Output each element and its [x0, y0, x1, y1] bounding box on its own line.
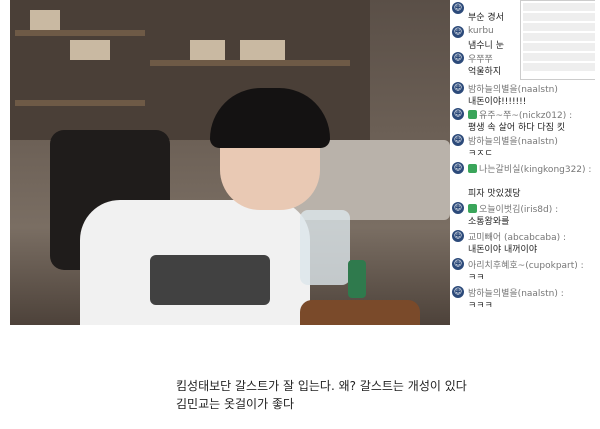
chat-username[interactable]: 아리치후혜호~(cupokpart) :	[468, 258, 584, 271]
user-avatar-icon: ☺	[452, 108, 464, 120]
chat-text: 부순 경서	[468, 13, 504, 23]
chat-text: 냄수니 눈	[468, 41, 504, 51]
chat-username[interactable]: 나는갈비실(kingkong322) :	[468, 162, 593, 175]
user-avatar-icon: ☺	[452, 230, 464, 242]
shelf-board	[15, 100, 145, 106]
chat-text: ㅋㅋㅋ	[468, 301, 493, 311]
user-avatar-icon: ☺	[452, 52, 464, 64]
fan-badge-icon	[468, 204, 477, 213]
user-avatar-icon: ☺	[452, 134, 464, 146]
chat-text: 억울하지	[468, 67, 502, 77]
soda-can	[348, 260, 366, 298]
iced-drink-cup	[300, 210, 350, 285]
user-avatar-icon: ☺	[452, 2, 464, 14]
stream-video[interactable]: ☺ 부순 경서 ☺ kurbu 냄수니 눈 ☺ 우쭈쭈 억울하지 ☺ 밤하늘의별…	[10, 0, 595, 325]
shelf-board	[150, 60, 350, 66]
books	[240, 40, 285, 60]
books	[70, 40, 110, 60]
chat-text: 평생 속 살어 하다 다짐 킷	[468, 123, 566, 133]
user-avatar-icon: ☺	[452, 26, 464, 38]
chat-text: 내돈이야!!!!!!!	[468, 97, 527, 107]
fan-badge-icon	[468, 110, 477, 119]
user-avatar-icon: ☺	[452, 286, 464, 298]
chat-text: 내돈이야 내꺼이야	[468, 245, 538, 255]
chat-text: ㅋㅋ	[468, 273, 485, 283]
books	[190, 40, 225, 60]
afreecatv-logo: afreecaTV	[530, 312, 582, 322]
caption-line-2: 김민교는 옷걸이가 좋다	[176, 397, 295, 411]
user-avatar-icon: ☺	[452, 202, 464, 214]
user-avatar-icon: ☺	[452, 162, 464, 174]
pizza	[300, 300, 420, 325]
caption-line-1: 킴성태보단 갈스트가 잘 입는다. 왜? 갈스트는 개성이 있다	[176, 379, 467, 393]
donation-overlay	[520, 0, 595, 80]
chat-username[interactable]: kurbu	[468, 26, 494, 36]
room-background	[10, 0, 450, 325]
books	[30, 10, 60, 30]
user-avatar-icon: ☺	[452, 82, 464, 94]
shelf-board	[15, 30, 145, 36]
chat-text: ㅋㅈㄷ	[468, 149, 493, 159]
shirt-print	[150, 255, 270, 305]
chat-text: 소통왕와를	[468, 217, 510, 227]
fan-badge-icon	[468, 164, 477, 173]
user-avatar-icon: ☺	[452, 258, 464, 270]
chat-text: 피자 맛있겠당	[468, 189, 521, 199]
